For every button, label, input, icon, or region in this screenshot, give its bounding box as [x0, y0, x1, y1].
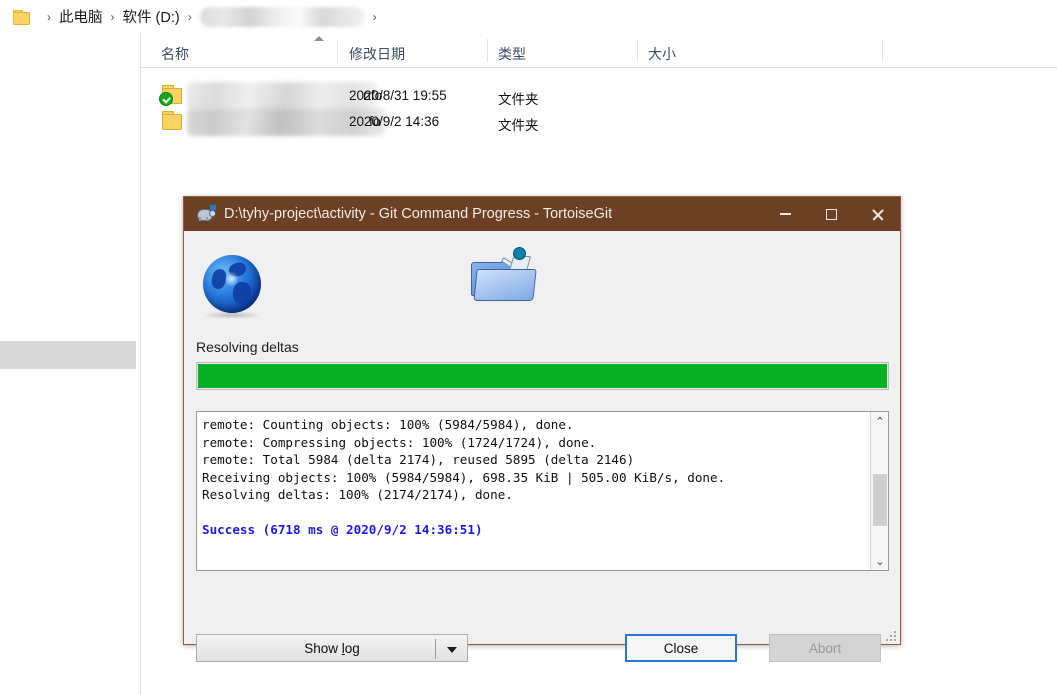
file-date-modified: 2020/9/2 14:36: [349, 114, 440, 129]
column-header-row: 名称 修改日期 类型 大小: [141, 33, 1057, 68]
show-log-button[interactable]: Show log: [196, 634, 468, 662]
log-scrollbar[interactable]: ⌃ ⌄: [870, 412, 888, 570]
table-row[interactable]: fo 2020/9/2 14:36 文件夹: [141, 108, 1057, 136]
breadcrumb-item-this-pc[interactable]: 此电脑: [59, 6, 103, 27]
column-divider[interactable]: [637, 39, 638, 62]
column-header-type[interactable]: 类型: [498, 44, 526, 64]
column-divider[interactable]: [487, 39, 488, 62]
dialog-title-bar[interactable]: D:\tyhy-project\activity - Git Command P…: [184, 197, 900, 231]
scroll-up-icon[interactable]: ⌃: [871, 412, 888, 430]
breadcrumb-item-redacted[interactable]: [199, 6, 365, 27]
column-divider[interactable]: [882, 39, 883, 62]
progress-bar: [196, 362, 889, 390]
log-output-box[interactable]: remote: Counting objects: 100% (5984/598…: [196, 411, 889, 571]
close-button[interactable]: Close: [625, 634, 737, 662]
column-divider[interactable]: [337, 39, 338, 62]
close-icon[interactable]: [854, 197, 900, 231]
breadcrumb-separator-3: ›: [372, 9, 377, 24]
nav-selected-item[interactable]: [0, 341, 136, 369]
column-header-size[interactable]: 大小: [648, 44, 676, 64]
git-command-progress-dialog: D:\tyhy-project\activity - Git Command P…: [183, 196, 901, 662]
dialog-title: D:\tyhy-project\activity - Git Command P…: [224, 206, 613, 222]
resize-grip[interactable]: [884, 629, 896, 641]
navigation-pane[interactable]: [0, 33, 141, 695]
file-type: 文件夹: [498, 92, 539, 107]
globe-shadow: [203, 311, 261, 319]
log-text: remote: Counting objects: 100% (5984/598…: [202, 416, 866, 539]
file-date-modified: 2020/8/31 19:55: [349, 88, 447, 103]
folder-icon: [162, 111, 182, 130]
dialog-body: Resolving deltas remote: Counting object…: [184, 231, 900, 662]
file-type: 文件夹: [498, 118, 539, 133]
status-text: Resolving deltas: [196, 339, 299, 355]
breadcrumb-separator-2: ›: [187, 9, 192, 24]
globe-icon: [203, 255, 261, 313]
split-divider: [435, 639, 436, 659]
sort-ascending-icon: [314, 36, 324, 41]
tortoise-icon: [195, 205, 216, 222]
scrollbar-thumb[interactable]: [873, 474, 887, 526]
folder-icon: [13, 9, 30, 25]
folder-person-icon: [467, 245, 539, 311]
column-header-date[interactable]: 修改日期: [349, 44, 405, 64]
table-row[interactable]: nfo 2020/8/31 19:55 文件夹: [141, 82, 1057, 110]
folder-icon: [159, 85, 182, 106]
breadcrumb-separator-0: ›: [47, 9, 51, 24]
breadcrumb-item-drive-d[interactable]: 软件 (D:): [123, 6, 180, 27]
column-header-name[interactable]: 名称: [161, 44, 189, 64]
progress-bar-fill: [198, 364, 887, 388]
scroll-down-icon[interactable]: ⌄: [871, 552, 888, 570]
address-bar[interactable]: › 此电脑 › 软件 (D:) › ›: [0, 0, 1057, 34]
log-lines: remote: Counting objects: 100% (5984/598…: [202, 417, 726, 502]
maximize-icon[interactable]: [808, 197, 854, 231]
chevron-down-icon[interactable]: [447, 647, 457, 653]
breadcrumb-separator-1: ›: [110, 9, 115, 24]
abort-button: Abort: [769, 634, 881, 662]
show-log-label: Show log: [304, 640, 360, 656]
checked-overlay-icon: [159, 92, 173, 106]
log-success-line: Success (6718 ms @ 2020/9/2 14:36:51): [202, 522, 483, 537]
minimize-icon[interactable]: [762, 197, 808, 231]
